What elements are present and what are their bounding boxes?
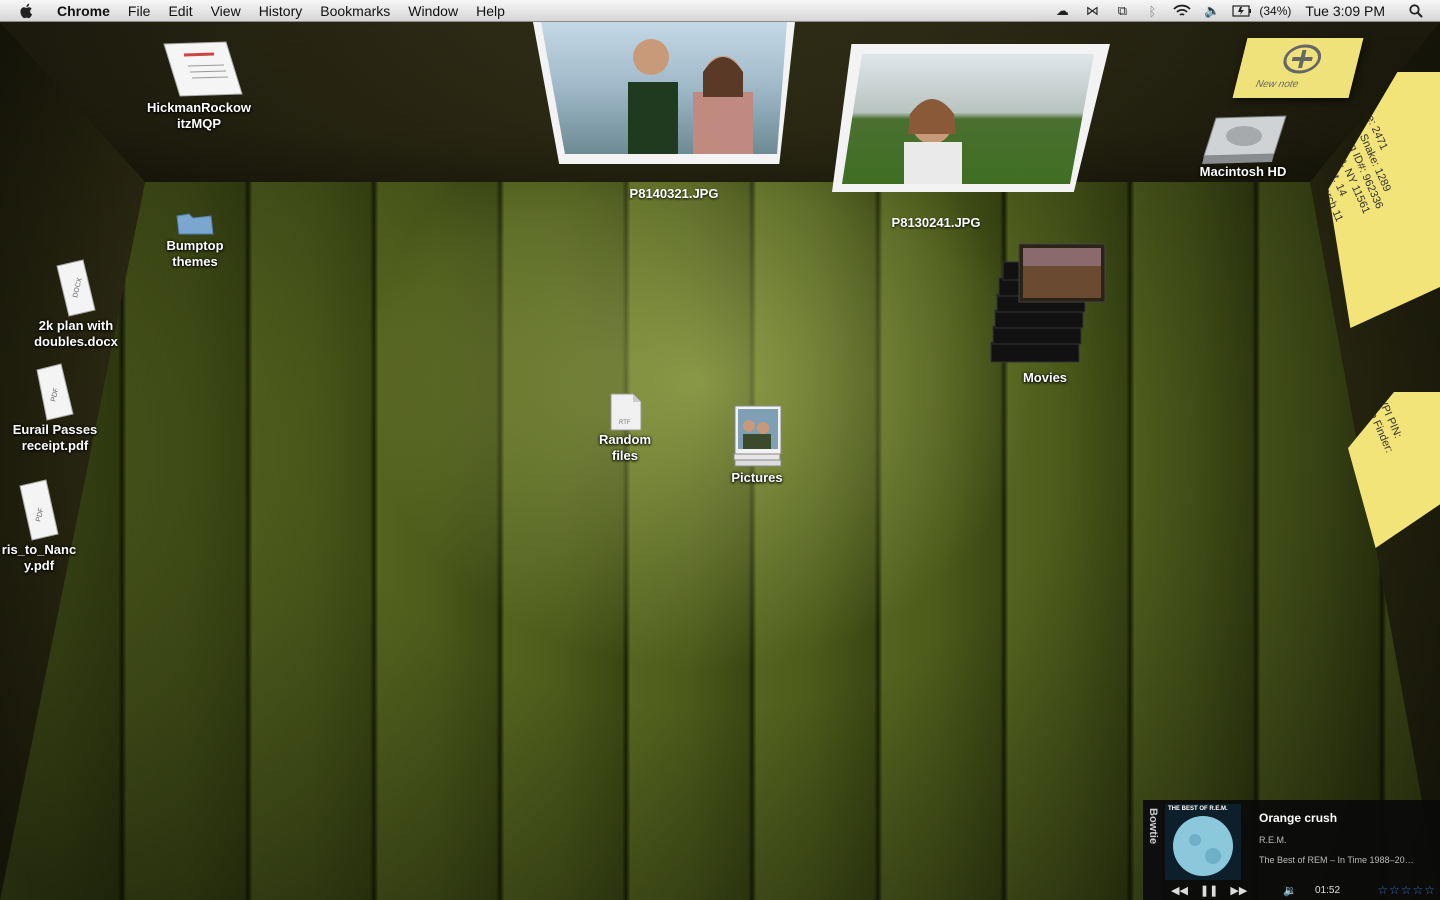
icon-label-2k-plan: 2k plan with doubles.docx [34,318,118,349]
menu-edit[interactable]: Edit [159,0,201,22]
menu-clock[interactable]: Tue 3:09 PM [1305,3,1385,19]
plus-icon [1283,44,1322,74]
pdf-icon: PDF [36,363,74,421]
document-icon [163,41,243,97]
file-paris-to-nancy[interactable]: PDF ris_to_Nanc y.pdf [0,478,78,574]
track-artist: R.E.M. [1259,835,1287,845]
file-random-files[interactable]: RTF Random files [590,392,660,464]
new-note-label: New note [1254,79,1300,90]
photo-pile-icon [733,405,782,467]
drive-macintosh-hd[interactable]: Macintosh HD [1190,112,1296,180]
album-art-title: THE BEST OF R.E.M. [1168,806,1228,812]
bowtie-sidebar: Bowtie [1143,800,1163,900]
pdf-icon: PDF [19,479,59,541]
pause-icon[interactable]: ❚❚ [1200,884,1218,897]
new-note-button[interactable]: New note [1232,38,1364,98]
volume-icon[interactable]: 🔈 [1202,3,1222,19]
menu-view[interactable]: View [202,0,250,22]
menu-bar: Chrome File Edit View History Bookmarks … [0,0,1440,22]
photo-label-p8140321: P8140321.JPG [629,186,719,201]
folder-bumptop-themes[interactable]: Bumptop themes [150,210,240,270]
icon-label-paris-nancy: ris_to_Nanc y.pdf [1,542,77,573]
menu-history[interactable]: History [250,0,312,22]
icon-label-pictures: Pictures [731,470,783,485]
pile-pictures[interactable]: Pictures [720,404,794,486]
bowtie-icon[interactable]: ⋈ [1082,3,1102,19]
volume-icon[interactable]: 🔉 [1283,884,1297,897]
battery-percent: (34%) [1259,4,1292,18]
icon-label-bumptop: Bumptop themes [166,238,224,269]
bowtie-widget[interactable]: Bowtie THE BEST OF R.E.M. Orange crush R… [1143,800,1440,900]
apple-logo-icon[interactable] [18,2,36,20]
icon-label-macintosh-hd: Macintosh HD [1199,164,1287,179]
menu-file[interactable]: File [119,0,160,22]
icon-label-hickmanrockow: HickmanRockow itzMQP [146,100,252,131]
folder-icon [176,213,214,235]
file-eurail-receipt[interactable]: PDF Eurail Passes receipt.pdf [0,362,110,454]
cloud-icon[interactable]: ☁ [1052,3,1072,19]
file-hickmanrockow[interactable]: HickmanRockow itzMQP [135,40,263,132]
menu-app-chrome[interactable]: Chrome [48,0,119,22]
photo-label-p8130241: P8130241.JPG [891,215,981,230]
photo-p8140321[interactable] [533,22,795,164]
spotlight-search-icon[interactable] [1406,3,1426,19]
next-track-icon[interactable]: ▶▶ [1230,884,1247,897]
menu-window[interactable]: Window [399,0,467,22]
photo-child-image [842,54,1094,184]
elapsed-time: 01:52 [1314,884,1341,896]
photo-couple-image [541,22,787,154]
album-art[interactable]: THE BEST OF R.E.M. [1165,804,1241,880]
bowtie-label: Bowtie [1147,808,1159,845]
rating-stars[interactable]: ☆☆☆☆☆ [1377,883,1436,897]
battery-icon[interactable] [1232,3,1252,19]
menu-bookmarks[interactable]: Bookmarks [311,0,399,22]
hard-drive-icon [1202,115,1287,164]
icon-label-movies: Movies [1022,370,1068,385]
file-2k-plan[interactable]: DOCX 2k plan with doubles.docx [20,258,132,350]
icon-label-eurail: Eurail Passes receipt.pdf [12,422,98,453]
status-area: ☁ ⋈ ⧉ ᛒ 🔈 (34%) Tue 3:09 PM [1047,0,1440,22]
playback-controls: ◀◀ ❚❚ ▶▶ 🔉 01:52 ☆☆☆☆☆ [1165,880,1440,900]
svg-text:RTF: RTF [619,420,631,426]
pile-movies[interactable]: Movies [982,242,1108,386]
moon-artwork-icon [1173,816,1233,876]
track-album: The Best of REM – In Time 1988–20… [1259,855,1414,865]
docx-icon: DOCX [56,259,96,317]
movie-pile-icon [990,243,1106,363]
bluetooth-icon[interactable]: ᛒ [1142,3,1162,19]
photo-p8130241[interactable] [832,44,1110,192]
rtf-document-icon: RTF [610,393,642,431]
timemachine-icon[interactable]: ⧉ [1112,3,1132,19]
icon-label-random-files: Random files [599,432,651,463]
previous-track-icon[interactable]: ◀◀ [1171,884,1188,897]
wifi-icon[interactable] [1172,3,1192,19]
track-title: Orange crush [1259,811,1338,825]
menu-help[interactable]: Help [467,0,514,22]
